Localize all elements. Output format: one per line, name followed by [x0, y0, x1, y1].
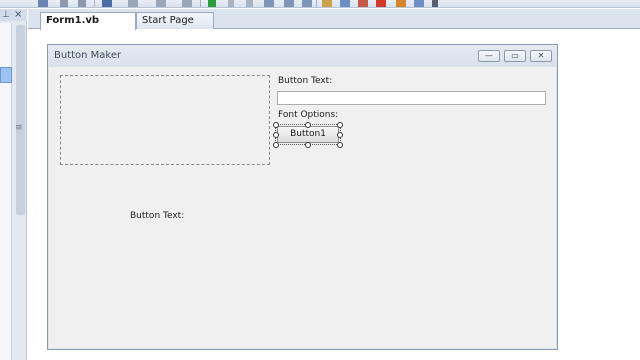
toolbox-selected-item[interactable] [0, 67, 12, 83]
settings-icon[interactable] [396, 0, 406, 7]
align-left-icon[interactable] [60, 0, 68, 7]
tab-start-page[interactable]: Start Page [136, 12, 214, 29]
resize-handle-e[interactable] [337, 132, 343, 138]
pin-icon[interactable]: ⊥ [2, 10, 10, 20]
nav-back-icon[interactable] [156, 0, 166, 7]
undo-icon[interactable] [102, 0, 112, 7]
resize-handle-ne[interactable] [337, 122, 343, 128]
toolbox-icon[interactable] [358, 0, 368, 7]
redo-icon[interactable] [128, 0, 138, 7]
resize-handle-sw[interactable] [273, 142, 279, 148]
pause-icon[interactable] [228, 0, 234, 7]
picture-box[interactable] [60, 75, 270, 165]
form-button-maker[interactable]: Button Maker — ▭ ✕ Button Text: Font Opt… [47, 44, 558, 350]
save-icon[interactable] [38, 0, 48, 7]
window-icon[interactable] [414, 0, 424, 7]
close-button[interactable]: ✕ [530, 50, 552, 62]
stop-icon[interactable] [246, 0, 253, 7]
maximize-button[interactable]: ▭ [504, 50, 526, 62]
document-tabs: Form1.vb [Design]* Start Page [28, 9, 640, 41]
resize-handle-s[interactable] [305, 142, 311, 148]
properties-icon[interactable] [340, 0, 350, 7]
form-title-bar[interactable]: Button Maker — ▭ ✕ [48, 45, 557, 67]
toolbox-scrollbar[interactable] [16, 25, 25, 215]
font-options-label[interactable]: Font Options: [278, 110, 338, 120]
button-text-input[interactable] [277, 91, 546, 105]
button-text-label-bottom[interactable]: Button Text: [130, 211, 184, 221]
error-icon[interactable] [376, 0, 386, 7]
form-title: Button Maker [54, 50, 122, 61]
step-icon[interactable] [264, 0, 274, 7]
search-icon[interactable] [322, 0, 332, 7]
resize-handle-se[interactable] [337, 142, 343, 148]
resize-handle-n[interactable] [305, 122, 311, 128]
button1[interactable]: Button1 [277, 126, 339, 143]
step-over-icon[interactable] [284, 0, 294, 7]
main-toolbar [0, 0, 640, 8]
button-text-label[interactable]: Button Text: [278, 76, 332, 86]
close-icon[interactable]: × [14, 9, 22, 20]
toolbar-separator [94, 0, 95, 7]
resize-handle-nw[interactable] [273, 122, 279, 128]
align-center-icon[interactable] [78, 0, 86, 7]
ide-window: ⊥ × ≡ Form1.vb [Design]* Start Page Butt… [0, 0, 640, 360]
minimize-button[interactable]: — [478, 50, 500, 62]
tab-form1-design[interactable]: Form1.vb [Design]* [40, 12, 136, 41]
toolbar-separator [200, 0, 201, 7]
run-icon[interactable] [208, 0, 216, 7]
nav-forward-icon[interactable] [182, 0, 192, 7]
step-out-icon[interactable] [302, 0, 312, 7]
toolbox-header: ⊥ × [0, 9, 27, 21]
grip-icon[interactable]: ≡ [15, 123, 23, 133]
resize-handle-w[interactable] [273, 132, 279, 138]
toolbox-panel: ⊥ × ≡ [0, 9, 27, 360]
toolbar-separator [316, 0, 317, 7]
more-icon[interactable] [432, 0, 438, 7]
